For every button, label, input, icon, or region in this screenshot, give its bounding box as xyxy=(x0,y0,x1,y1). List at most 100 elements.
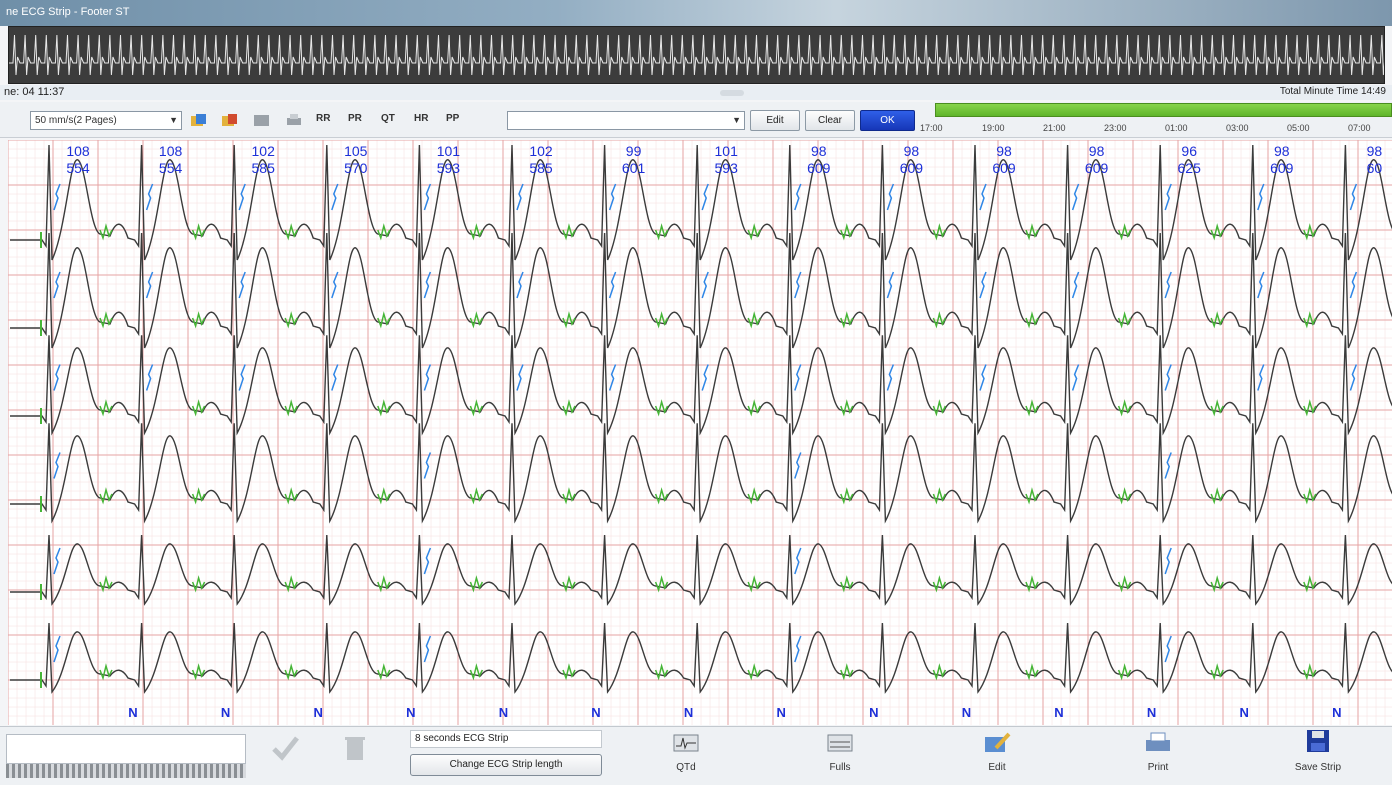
beat-rr-label: 570 xyxy=(344,160,368,176)
beat-class-label: N xyxy=(406,705,415,720)
beat-rr-label: 593 xyxy=(715,160,739,176)
timeline-tick: 01:00 xyxy=(1165,123,1188,133)
bottom-left-scale xyxy=(6,764,246,778)
beat-hr-label: 98 xyxy=(904,143,920,159)
beat-class-label: N xyxy=(777,705,786,720)
beat-class-label: N xyxy=(499,705,508,720)
beat-hr-label: 98 xyxy=(996,143,1012,159)
beat-hr-label: 98 xyxy=(811,143,827,159)
total-minute-time: Total Minute Time 14:49 xyxy=(1279,86,1386,97)
trash-icon[interactable] xyxy=(340,735,370,761)
beat-class-label: N xyxy=(869,705,878,720)
ecg-strip-area[interactable]: 108 554 N 108 554 N 102 585 N 105 570 N 101 593 N 102 58… xyxy=(8,140,1392,725)
edit-icon xyxy=(985,732,1011,752)
overview-trace xyxy=(9,34,1384,76)
beat-rr-label: 609 xyxy=(1085,160,1109,176)
print-label: Print xyxy=(1147,762,1169,773)
fulls-label: Fulls xyxy=(829,762,851,773)
ecg-strip-canvas: 108554N108554N102585N105570N101593N10258… xyxy=(8,140,1392,725)
beat-hr-label: 96 xyxy=(1181,143,1197,159)
beat-class-label: N xyxy=(1147,705,1156,720)
beat-rr-label: 609 xyxy=(900,160,924,176)
time-readout: ne: 04 11:37 xyxy=(4,86,65,98)
timeline-tick: 05:00 xyxy=(1287,123,1310,133)
beat-rr-label: 609 xyxy=(992,160,1016,176)
beat-class-label: N xyxy=(1332,705,1341,720)
speed-select[interactable]: 50 mm/s(2 Pages) ▼ xyxy=(30,111,182,130)
measure-hr[interactable]: HR xyxy=(414,113,428,124)
beat-class-label: N xyxy=(128,705,137,720)
beat-class-label: N xyxy=(221,705,230,720)
overview-trace-line xyxy=(9,34,1384,76)
timeline-tick: 17:00 xyxy=(920,123,943,133)
beat-class-label: N xyxy=(1054,705,1063,720)
beat-rr-label: 625 xyxy=(1178,160,1202,176)
qtd-button[interactable]: QTd xyxy=(664,730,708,778)
measure-pr[interactable]: PR xyxy=(348,113,362,124)
beat-rr-label: 609 xyxy=(807,160,831,176)
clear-button[interactable]: Clear xyxy=(805,110,855,131)
beat-rr-label: 60 xyxy=(1367,160,1383,176)
beat-hr-label: 102 xyxy=(529,143,553,159)
beat-hr-label: 98 xyxy=(1089,143,1105,159)
beat-rr-label: 601 xyxy=(622,160,646,176)
beat-hr-label: 108 xyxy=(159,143,183,159)
beat-class-label: N xyxy=(314,705,323,720)
folder-compare-icon[interactable] xyxy=(221,112,239,128)
beat-class-label: N xyxy=(684,705,693,720)
overview-scroll-thumb[interactable] xyxy=(720,90,744,96)
status-row xyxy=(0,85,1392,100)
annotation-select[interactable]: ▼ xyxy=(507,111,745,130)
title-bar xyxy=(0,0,1392,26)
window-title: ne ECG Strip - Footer ST xyxy=(6,6,130,18)
beat-hr-label: 108 xyxy=(66,143,90,159)
beat-rr-label: 585 xyxy=(529,160,553,176)
qtd-label: QTd xyxy=(676,762,696,773)
beat-rr-label: 609 xyxy=(1270,160,1294,176)
timeline-tick: 03:00 xyxy=(1226,123,1249,133)
folder-open-icon[interactable] xyxy=(190,112,208,128)
save-strip-button[interactable]: Save Strip xyxy=(1280,728,1356,778)
printer-small-icon[interactable] xyxy=(285,112,303,128)
measure-pp[interactable]: PP xyxy=(446,113,459,124)
strip-length-info: 8 seconds ECG Strip xyxy=(410,730,602,748)
beat-hr-label: 99 xyxy=(626,143,642,159)
save-icon xyxy=(1307,730,1329,752)
measure-rr[interactable]: RR xyxy=(316,113,330,124)
fulls-button[interactable]: Fulls xyxy=(818,730,862,778)
beat-rr-label: 554 xyxy=(66,160,90,176)
chevron-down-icon: ▼ xyxy=(169,115,178,125)
beat-rr-label: 585 xyxy=(252,160,276,176)
change-strip-length-button[interactable]: Change ECG Strip length xyxy=(410,754,602,776)
beat-hr-label: 98 xyxy=(1367,143,1383,159)
ok-button[interactable]: OK xyxy=(860,110,915,131)
edit-strip-label: Edit xyxy=(988,762,1006,773)
beat-hr-label: 101 xyxy=(437,143,461,159)
beat-hr-label: 105 xyxy=(344,143,368,159)
timeline-tick: 23:00 xyxy=(1104,123,1127,133)
print-button[interactable]: Print xyxy=(1136,730,1180,778)
beat-class-label: N xyxy=(1240,705,1249,720)
edit-button[interactable]: Edit xyxy=(750,110,800,131)
beat-class-label: N xyxy=(591,705,600,720)
timeline-tick: 21:00 xyxy=(1043,123,1066,133)
timeline-tick: 07:00 xyxy=(1348,123,1371,133)
beat-rr-label: 554 xyxy=(159,160,183,176)
measure-qt[interactable]: QT xyxy=(381,113,395,124)
beat-hr-label: 102 xyxy=(252,143,276,159)
edit-strip-button[interactable]: Edit xyxy=(975,730,1019,778)
print-icon xyxy=(1146,732,1170,751)
check-icon[interactable] xyxy=(270,735,300,761)
speed-select-value: 50 mm/s(2 Pages) xyxy=(35,115,117,126)
beat-hr-label: 98 xyxy=(1274,143,1290,159)
folder-icon[interactable] xyxy=(253,112,271,128)
bottom-left-field xyxy=(6,734,246,764)
ecg-overview-strip[interactable] xyxy=(8,26,1385,84)
chevron-down-icon: ▼ xyxy=(732,115,741,125)
beat-hr-label: 101 xyxy=(715,143,739,159)
qtd-icon xyxy=(673,734,699,752)
beat-class-label: N xyxy=(962,705,971,720)
beat-rr-label: 593 xyxy=(437,160,461,176)
timeline-tick: 19:00 xyxy=(982,123,1005,133)
timeline-bar[interactable] xyxy=(935,103,1392,117)
